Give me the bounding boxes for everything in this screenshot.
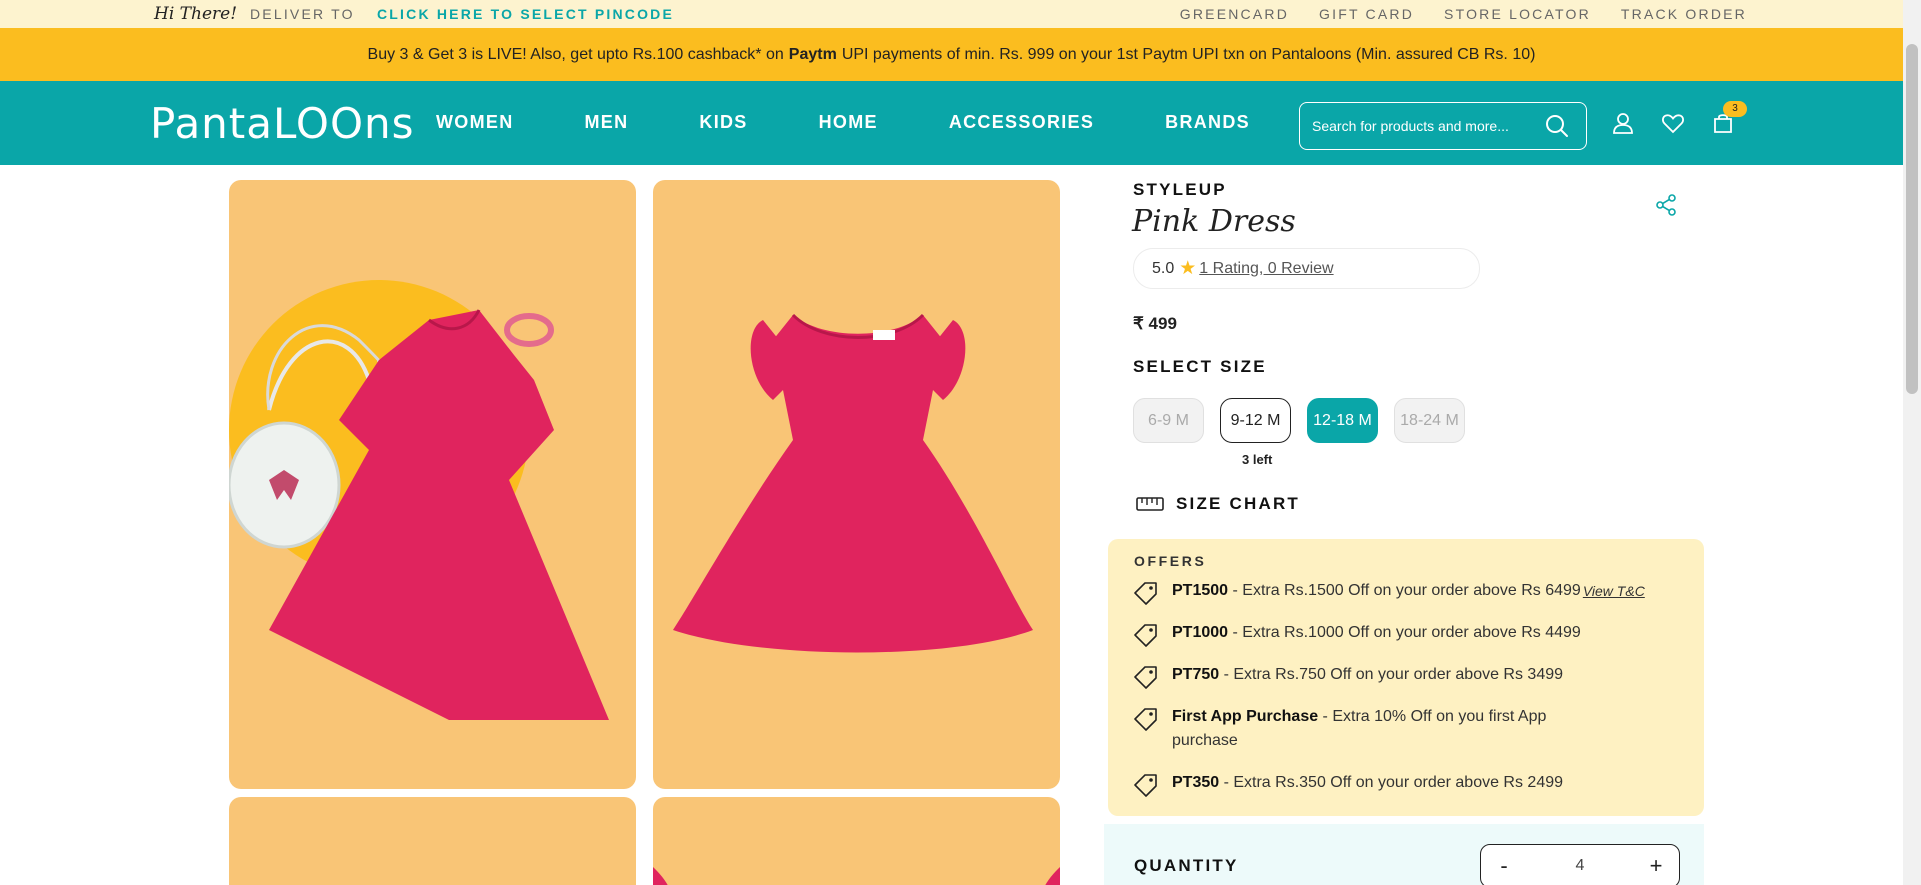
rating-value: 5.0 [1152,259,1175,277]
offer-text: PT750 - Extra Rs.750 Off on your order a… [1172,663,1604,687]
ratings-reviews-link[interactable]: 1 Rating, 0 Review [1199,260,1333,278]
dress-partial-illustration [653,867,1060,885]
greencard-link[interactable]: GREENCARD [1180,6,1289,22]
scrollbar-thumb[interactable] [1906,44,1918,394]
offer-item: PT1000 - Extra Rs.1000 Off on your order… [1132,621,1604,649]
nav-men[interactable]: MEN [585,112,629,133]
nav-brands[interactable]: BRANDS [1165,112,1250,133]
cart-button[interactable]: 3 [1711,101,1747,135]
dress-flatlay-illustration [229,280,609,720]
nav-women[interactable]: WOMEN [436,112,514,133]
nav-accessories[interactable]: ACCESSORIES [949,112,1094,133]
page-scrollbar[interactable] [1903,0,1921,885]
offer-item: PT1500 - Extra Rs.1500 Off on your order… [1132,579,1645,607]
top-links: GREENCARD GIFT CARD STORE LOCATOR TRACK … [1180,6,1747,22]
price-tag-icon [1134,774,1157,797]
offer-code: PT1000 [1172,624,1229,641]
dress-front-illustration [673,313,1033,653]
decrease-quantity-button[interactable]: - [1495,853,1513,879]
size-option-9-12m[interactable]: 9-12 M [1220,398,1291,443]
offer-text: PT350 - Extra Rs.350 Off on your order a… [1172,771,1604,795]
greeting: Hi There! [154,4,238,24]
main-header: PantaLOOns WOMEN MEN KIDS HOME ACCESSORI… [0,81,1903,165]
product-title: Pink Dress [1132,204,1296,239]
product-image-2[interactable] [653,180,1060,789]
offers-panel: OFFERS PT1500 - Extra Rs.1500 Off on you… [1108,539,1704,816]
offer-text: PT1000 - Extra Rs.1000 Off on your order… [1172,621,1604,645]
offer-code: PT750 [1172,666,1220,683]
top-utility-bar: Hi There! DELIVER TO CLICK HERE TO SELEC… [0,0,1903,28]
size-option-6-9m[interactable]: 6-9 M [1133,398,1204,443]
search-input[interactable]: Search for products and more... [1312,118,1509,134]
pantaloons-logo[interactable]: PantaLOOns [150,103,415,145]
select-pincode-link[interactable]: CLICK HERE TO SELECT PINCODE [377,6,674,22]
size-chart-label: SIZE CHART [1176,494,1300,513]
product-price: ₹ 499 [1133,314,1177,333]
promo-banner: Buy 3 & Get 3 is LIVE! Also, get upto Rs… [0,28,1903,81]
offer-code: First App Purchase [1172,708,1319,725]
offer-item: PT350 - Extra Rs.350 Off on your order a… [1132,771,1604,799]
search-box[interactable]: Search for products and more... [1299,102,1587,150]
share-icon[interactable] [1655,194,1677,216]
offer-description: - Extra Rs.1000 Off on your order above … [1228,624,1581,641]
offer-text: First App Purchase - Extra 10% Off on yo… [1172,705,1572,753]
store-locator-link[interactable]: STORE LOCATOR [1444,6,1591,22]
offer-text: PT1500 - Extra Rs.1500 Off on your order… [1172,579,1581,603]
star-icon: ★ [1179,258,1197,279]
increase-quantity-button[interactable]: + [1647,853,1665,879]
ruler-icon [1136,497,1164,511]
rating-pill: 5.0 ★ 1 Rating, 0 Review [1133,248,1480,289]
cart-count-badge: 3 [1723,101,1747,117]
offer-description: - Extra Rs.350 Off on your order above R… [1219,774,1564,791]
offers-heading: OFFERS [1134,553,1207,569]
heart-icon[interactable] [1661,111,1685,135]
price-tag-icon [1134,666,1157,689]
promo-bold: Paytm [788,45,837,63]
offer-code: PT350 [1172,774,1220,791]
size-option-18-24m[interactable]: 18-24 M [1394,398,1465,443]
product-image-4[interactable] [653,797,1060,885]
promo-text-after: UPI payments of min. Rs. 999 on your 1st… [841,45,1536,63]
user-icon[interactable] [1611,111,1635,135]
track-order-link[interactable]: TRACK ORDER [1621,6,1747,22]
quantity-label: QUANTITY [1134,856,1239,875]
header-icons: 3 [1611,101,1747,135]
search-icon[interactable] [1544,113,1570,139]
nav-kids[interactable]: KIDS [699,112,747,133]
offer-item: PT750 - Extra Rs.750 Off on your order a… [1132,663,1604,691]
select-size-heading: SELECT SIZE [1133,357,1267,376]
stock-note: 3 left [1242,452,1273,467]
offer-item: First App Purchase - Extra 10% Off on yo… [1132,705,1572,753]
price-tag-icon [1134,624,1157,647]
size-option-12-18m[interactable]: 12-18 M [1307,398,1378,443]
promo-text-before: Buy 3 & Get 3 is LIVE! Also, get upto Rs… [367,45,784,63]
main-nav: WOMEN MEN KIDS HOME ACCESSORIES BRANDS [436,112,1250,133]
quantity-value[interactable]: 4 [1576,857,1585,875]
quantity-stepper: - 4 + [1480,844,1680,885]
product-image-1[interactable] [229,180,636,789]
nav-home[interactable]: HOME [819,112,878,133]
offer-description: - Extra Rs.1500 Off on your order above … [1228,582,1581,599]
price-tag-icon [1134,582,1157,605]
product-brand[interactable]: STYLEUP [1133,180,1227,200]
size-chart-link[interactable]: SIZE CHART [1136,494,1300,514]
offer-description: - Extra Rs.750 Off on your order above R… [1219,666,1564,683]
price-tag-icon [1134,708,1157,731]
deliver-to-label: DELIVER TO [250,6,355,22]
offer-code: PT1500 [1172,582,1229,599]
gift-card-link[interactable]: GIFT CARD [1319,6,1414,22]
view-tnc-link[interactable]: View T&C [1583,579,1645,603]
size-options: 6-9 M 9-12 M 12-18 M 18-24 M [1133,398,1465,443]
product-image-3[interactable] [229,797,636,885]
quantity-section: QUANTITY - 4 + [1104,824,1704,885]
